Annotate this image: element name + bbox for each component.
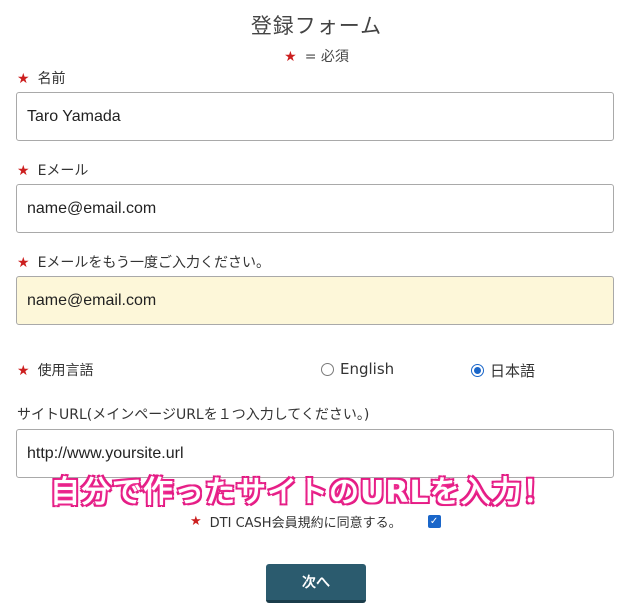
language-label-text: 使用言語 xyxy=(37,363,94,379)
agreement-checkbox[interactable]: ✓ xyxy=(427,515,441,528)
language-option-english[interactable]: English xyxy=(321,360,394,378)
language-option-english-label: English xyxy=(340,360,395,378)
email-label: ★ Eメール xyxy=(17,160,88,180)
email-confirm-label: ★ Eメールをもう一度ご入力ください。 xyxy=(17,252,270,272)
radio-english[interactable] xyxy=(321,362,334,376)
name-label: ★ 名前 xyxy=(17,68,66,88)
form-title: 登録フォーム xyxy=(250,14,383,38)
agreement-label: DTI CASH会員規約に同意する。 xyxy=(209,516,402,531)
required-star: ★ xyxy=(17,363,30,379)
site-url-label: サイトURL(メインページURLを１つ入力してください。) xyxy=(17,407,370,423)
required-star: ★ xyxy=(17,71,30,87)
required-star: ★ xyxy=(17,255,30,271)
email-confirm-input[interactable] xyxy=(16,276,614,325)
agreement-row: ★ DTI CASH会員規約に同意する。 ✓ xyxy=(190,512,441,531)
email-confirm-label-text: Eメールをもう一度ご入力ください。 xyxy=(37,255,270,271)
language-option-japanese[interactable]: 日本語 xyxy=(471,360,535,381)
email-input[interactable] xyxy=(16,184,614,233)
required-note: ★ = 必須 xyxy=(0,46,633,66)
language-label: ★ 使用言語 xyxy=(17,360,94,380)
annotation-overlay-text: 自分で作ったサイトのURLを入力！ xyxy=(49,474,554,511)
required-star: ★ xyxy=(284,49,297,65)
required-star: ★ xyxy=(17,163,30,179)
email-label-text: Eメール xyxy=(37,163,89,179)
required-star: ★ xyxy=(190,514,202,529)
name-label-text: 名前 xyxy=(37,71,66,87)
next-button[interactable]: 次へ xyxy=(266,564,366,603)
required-note-text: = 必須 xyxy=(304,49,349,65)
radio-japanese[interactable] xyxy=(471,364,484,377)
name-input[interactable] xyxy=(16,92,614,141)
language-option-japanese-label: 日本語 xyxy=(490,362,536,380)
